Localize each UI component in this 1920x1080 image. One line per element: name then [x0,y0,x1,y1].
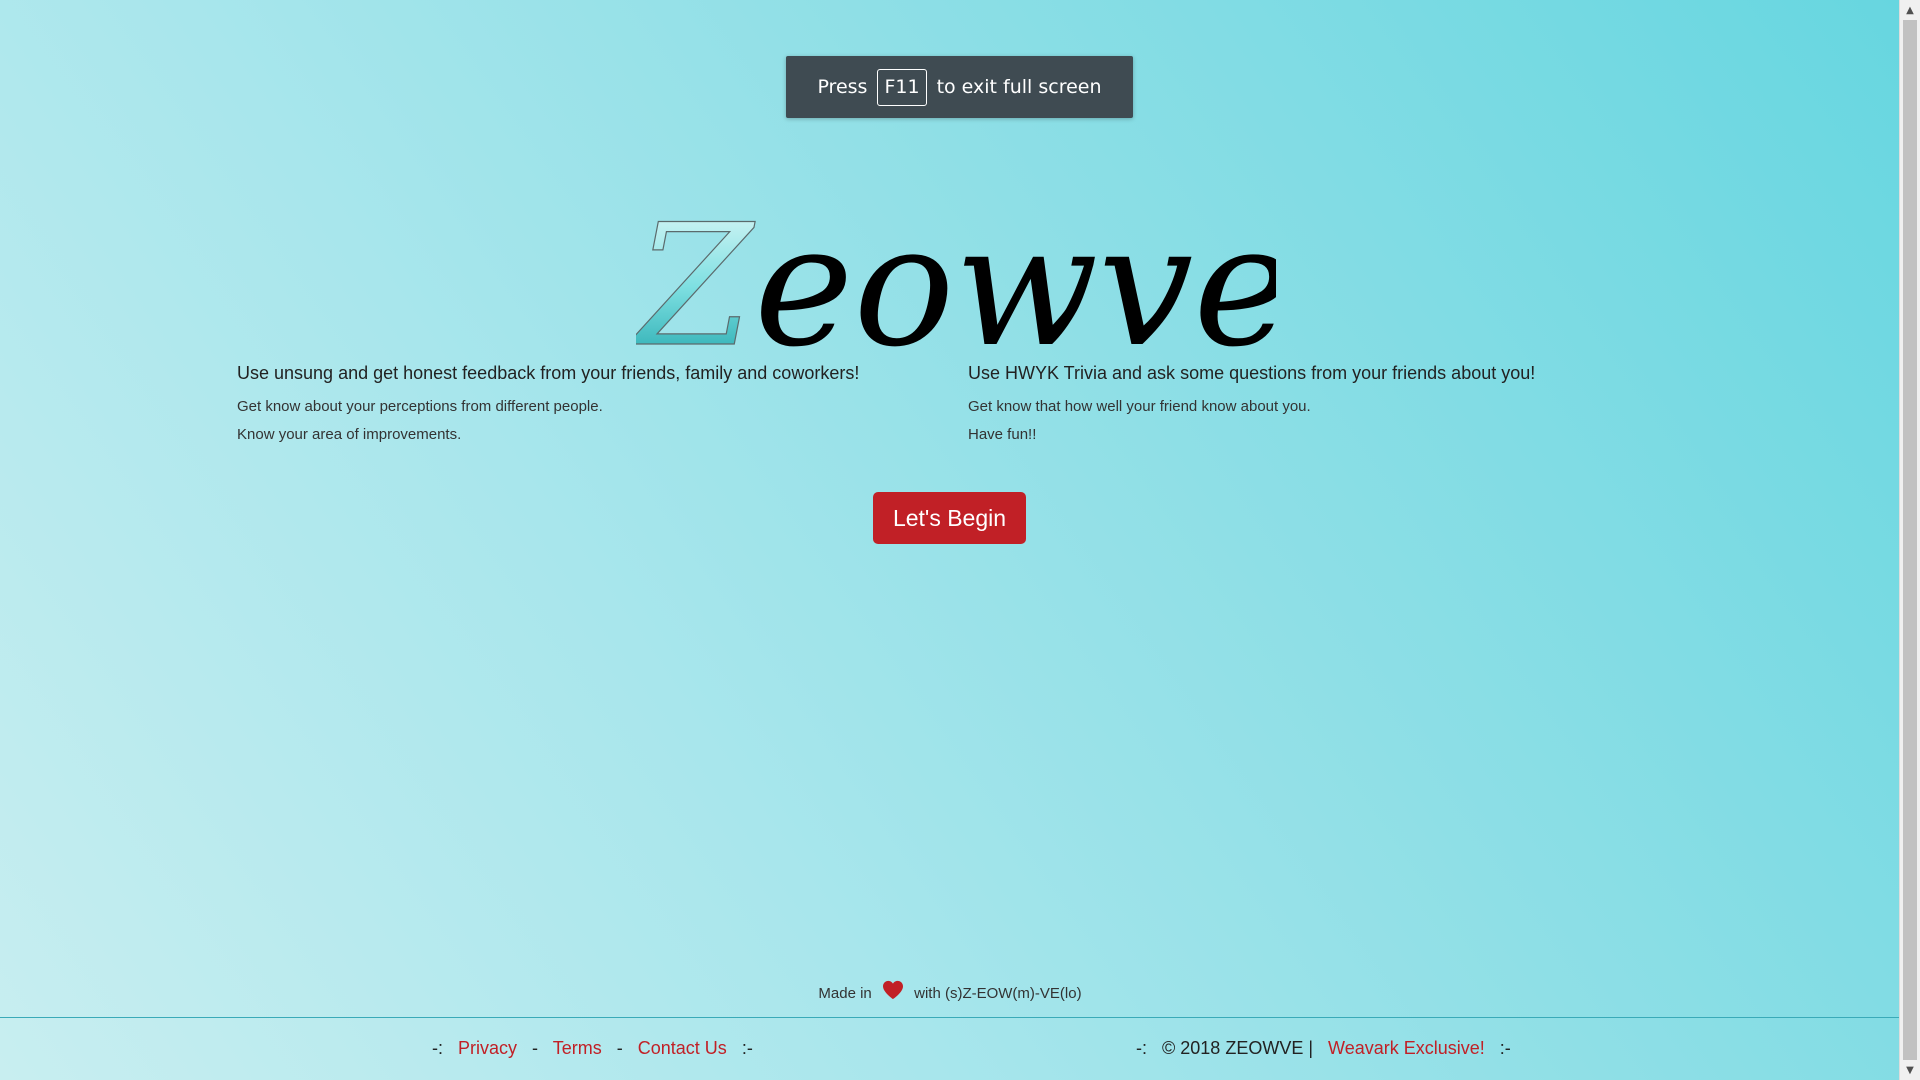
f11-key: F11 [877,68,927,106]
feature-hwyk-line-1: Get know that how well your friend know … [968,398,1311,415]
footer-right-open: -: [1136,1038,1147,1058]
heart-icon [882,980,903,1000]
footer-sep-1: - [532,1038,539,1058]
fullscreen-toast: Press F11 to exit full screen [786,56,1133,118]
scroll-down-arrow-icon[interactable]: ▼ [1900,1060,1920,1080]
feature-unsung-line-2: Know your area of improvements. [237,426,462,443]
scroll-thumb[interactable] [1903,20,1917,1060]
feature-hwyk-line-2: Have fun!! [968,426,1037,443]
scroll-up-arrow-icon[interactable]: ▲ [1900,0,1920,20]
feature-unsung-line-1: Get know about your perceptions from dif… [237,398,603,415]
lets-begin-button[interactable]: Let's Begin [873,492,1026,544]
logo-letter-z: Z [636,196,756,356]
toast-press-text: Press [817,76,868,98]
toast-suffix-text: to exit full screen [936,76,1102,98]
weavark-exclusive-link[interactable]: Weavark Exclusive! [1328,1038,1485,1058]
zeowve-logo: Z eowve [636,196,1276,356]
footer-sep-2: - [616,1038,623,1058]
made-in-suffix: with (s)Z-EOW(m)-VE(lo) [914,985,1082,1002]
copyright-text: © 2018 ZEOWVE | [1162,1038,1314,1058]
footer-links: -: Privacy - Terms - Contact Us :- [432,1038,763,1059]
contact-us-link[interactable]: Contact Us [638,1038,727,1058]
footer-left-close: :- [741,1038,753,1058]
logo-letters-rest: eowve [754,196,1276,356]
made-in-line: Made in with (s)Z-EOW(m)-VE(lo) [0,980,1900,1002]
footer-copyright: -: © 2018 ZEOWVE | Weavark Exclusive! :- [1136,1038,1521,1059]
footer-right-close: :- [1499,1038,1511,1058]
feature-unsung: Use unsung and get honest feedback from … [237,361,937,453]
page: Press F11 to exit full screen Z eowve Us… [0,0,1900,1080]
vertical-scrollbar[interactable]: ▲ ▼ [1899,0,1920,1080]
footer-left-open: -: [432,1038,443,1058]
footer-divider [0,1017,1900,1018]
terms-link[interactable]: Terms [553,1038,602,1058]
made-in-prefix: Made in [818,985,872,1002]
feature-unsung-heading: Use unsung and get honest feedback from … [237,363,860,383]
feature-hwyk: Use HWYK Trivia and ask some questions f… [968,361,1668,453]
privacy-link[interactable]: Privacy [458,1038,517,1058]
feature-hwyk-heading: Use HWYK Trivia and ask some questions f… [968,363,1536,383]
